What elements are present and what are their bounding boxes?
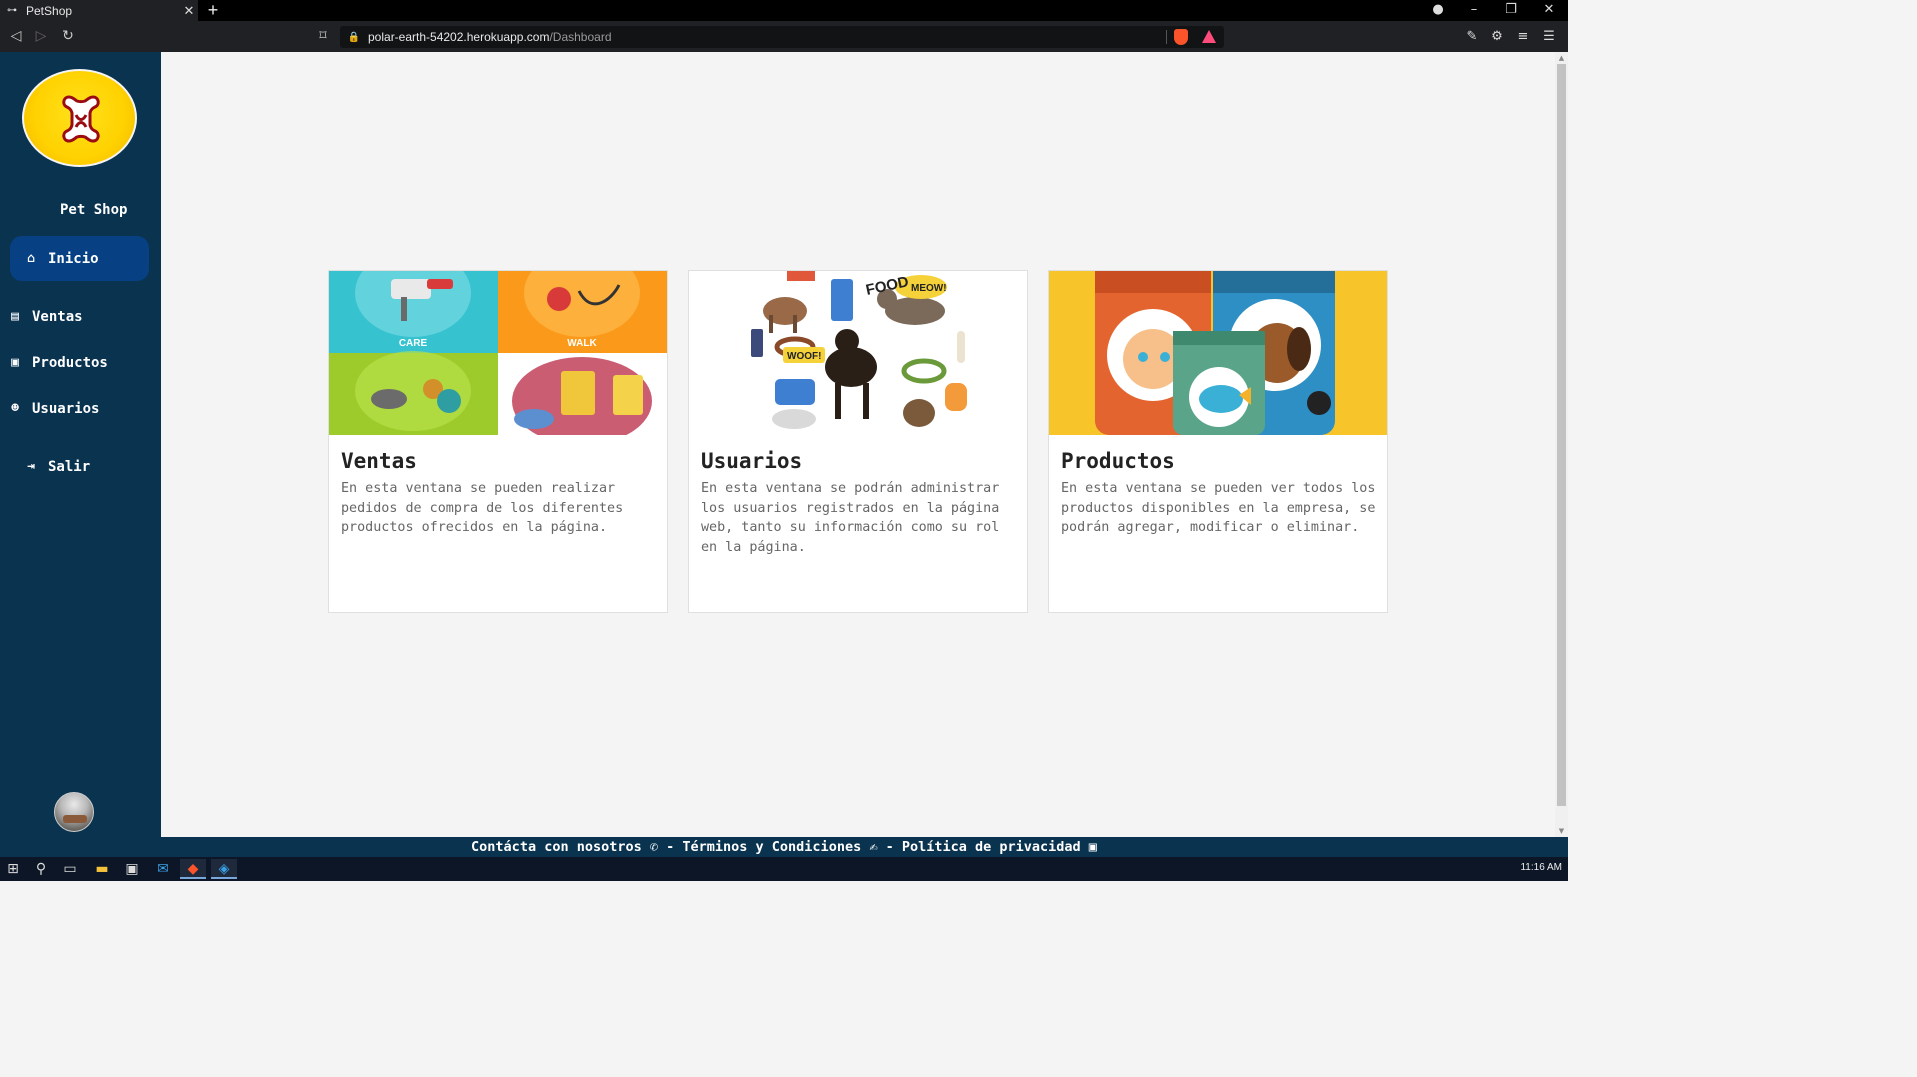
usuarios-card-image: FOOD MEOW! WOOF! bbox=[689, 271, 1027, 435]
scroll-thumb[interactable] bbox=[1557, 64, 1566, 806]
window-close-icon[interactable]: ✕ bbox=[1531, 0, 1567, 21]
new-tab-button[interactable]: + bbox=[203, 0, 223, 21]
restore-icon[interactable]: ❐ bbox=[1493, 0, 1529, 21]
productos-card-image bbox=[1049, 271, 1387, 435]
bone-favicon-icon: ⊶ bbox=[7, 5, 17, 16]
store-icon[interactable]: ▣ bbox=[119, 859, 145, 879]
meow-label: MEOW! bbox=[911, 283, 947, 294]
browser-tab[interactable]: ⊶ PetShop ✕ bbox=[0, 0, 198, 21]
back-icon[interactable]: ◁ bbox=[8, 28, 24, 44]
scroll-up-icon[interactable]: ▲ bbox=[1557, 54, 1566, 62]
brave-rewards-icon[interactable] bbox=[1202, 30, 1216, 43]
browser-toolbar: ◁ ▷ ↻ ⌑ 🔒 polar-earth-54202.herokuapp.co… bbox=[0, 21, 1568, 52]
ventas-card[interactable]: CARE WALK Ventas En esta ventana se pued… bbox=[328, 270, 668, 613]
productos-card[interactable]: Productos En esta ventana se pueden ver … bbox=[1048, 270, 1388, 613]
browser-tab-strip: ⊶ PetShop ✕ + ● – ❐ ✕ bbox=[0, 0, 1568, 21]
ventas-card-image: CARE WALK bbox=[329, 271, 667, 435]
site-footer: Contácta con nosotros ✆ - Términos y Con… bbox=[0, 837, 1568, 857]
footer-separator: - bbox=[658, 839, 683, 855]
sidebar-item-productos[interactable]: ▣ Productos bbox=[4, 340, 143, 385]
system-clock: 11:16 AM bbox=[1520, 862, 1562, 873]
sidebar-item-label: Salir bbox=[48, 458, 91, 475]
forward-icon[interactable]: ▷ bbox=[33, 28, 49, 44]
page-scrollbar[interactable]: ▲ ▼ bbox=[1555, 52, 1568, 837]
os-taskbar: ⊞ ⚲ ▭ ▬ ▣ ✉ ◆ ◈ 11:16 AM bbox=[0, 857, 1568, 881]
sidebar-item-salir[interactable]: ⇥ Salir bbox=[10, 444, 149, 489]
bookmark-icon[interactable]: ⌑ bbox=[315, 28, 331, 44]
scroll-down-icon[interactable]: ▼ bbox=[1557, 827, 1566, 835]
profile-menu-icon[interactable]: ● bbox=[1420, 0, 1456, 21]
signature-icon: ✍ bbox=[861, 839, 878, 855]
sign-out-icon: ⇥ bbox=[27, 459, 35, 474]
sidebar-item-label: Inicio bbox=[48, 250, 99, 267]
contact-link[interactable]: Contácta con nosotros bbox=[471, 839, 642, 855]
brave-shield-icon[interactable] bbox=[1174, 29, 1188, 45]
sidebar: Pet Shop ⌂ Inicio ▤ Ventas ▣ Productos ☻… bbox=[0, 52, 161, 837]
tab-title: PetShop bbox=[26, 3, 73, 18]
minimize-icon[interactable]: – bbox=[1456, 0, 1492, 21]
sidebar-item-label: Productos bbox=[32, 354, 108, 371]
walk-label: WALK bbox=[567, 338, 597, 349]
user-avatar[interactable] bbox=[54, 792, 94, 832]
phone-icon: ✆ bbox=[641, 839, 658, 855]
sidebar-item-label: Usuarios bbox=[32, 400, 100, 417]
sidebar-item-inicio[interactable]: ⌂ Inicio bbox=[10, 236, 149, 281]
productos-card-text: En esta ventana se pueden ver todos los … bbox=[1061, 481, 1376, 536]
petshop-logo[interactable] bbox=[22, 69, 137, 167]
usuarios-card[interactable]: FOOD MEOW! WOOF! Usuarios En esta ventan… bbox=[688, 270, 1028, 613]
sidebar-item-ventas[interactable]: ▤ Ventas bbox=[4, 294, 143, 339]
menu-icon[interactable]: ☰ bbox=[1541, 29, 1557, 45]
pen-icon[interactable]: ✎ bbox=[1464, 29, 1480, 45]
productos-card-title: Productos bbox=[1061, 449, 1175, 473]
book-icon: ▣ bbox=[1080, 839, 1097, 855]
vscode-icon[interactable]: ◈ bbox=[211, 859, 237, 879]
url-path: /Dashboard bbox=[549, 30, 612, 44]
ventas-card-text: En esta ventana se pueden realizar pedid… bbox=[341, 481, 624, 536]
care-label: CARE bbox=[399, 338, 428, 349]
shopping-bag-icon: ▣ bbox=[11, 355, 19, 370]
mail-icon[interactable]: ✉ bbox=[150, 859, 176, 879]
footer-separator: - bbox=[877, 839, 902, 855]
sidebar-item-label: Ventas bbox=[32, 308, 83, 325]
sidebar-item-usuarios[interactable]: ☻ Usuarios bbox=[4, 386, 143, 431]
close-tab-icon[interactable]: ✕ bbox=[180, 3, 198, 19]
search-icon[interactable]: ⚲ bbox=[28, 859, 54, 879]
url-host: polar-earth-54202.herokuapp.com bbox=[368, 30, 550, 44]
usuarios-card-text: En esta ventana se podrán administrar lo… bbox=[701, 481, 1000, 555]
usuarios-card-title: Usuarios bbox=[701, 449, 803, 473]
woof-label: WOOF! bbox=[787, 351, 821, 362]
lock-icon: 🔒 bbox=[347, 31, 361, 43]
cash-register-icon: ▤ bbox=[11, 309, 19, 324]
divider bbox=[1166, 30, 1167, 44]
playlist-icon[interactable]: ≡ bbox=[1515, 29, 1531, 45]
brand-name: Pet Shop bbox=[60, 202, 128, 218]
task-view-icon[interactable]: ▭ bbox=[57, 859, 83, 879]
extensions-icon[interactable]: ⚙ bbox=[1489, 29, 1505, 45]
file-explorer-icon[interactable]: ▬ bbox=[89, 859, 115, 879]
windows-start-icon[interactable]: ⊞ bbox=[0, 859, 26, 879]
terms-link[interactable]: Términos y Condiciones bbox=[682, 839, 861, 855]
users-icon: ☻ bbox=[11, 401, 19, 416]
home-icon: ⌂ bbox=[27, 251, 35, 266]
reload-icon[interactable]: ↻ bbox=[60, 28, 76, 44]
privacy-link[interactable]: Política de privacidad bbox=[902, 839, 1081, 855]
bone-logo-icon bbox=[62, 95, 100, 143]
ventas-card-title: Ventas bbox=[341, 449, 417, 473]
brave-browser-icon[interactable]: ◆ bbox=[180, 859, 206, 879]
address-bar[interactable]: 🔒 polar-earth-54202.herokuapp.com/Dashbo… bbox=[340, 26, 1224, 48]
